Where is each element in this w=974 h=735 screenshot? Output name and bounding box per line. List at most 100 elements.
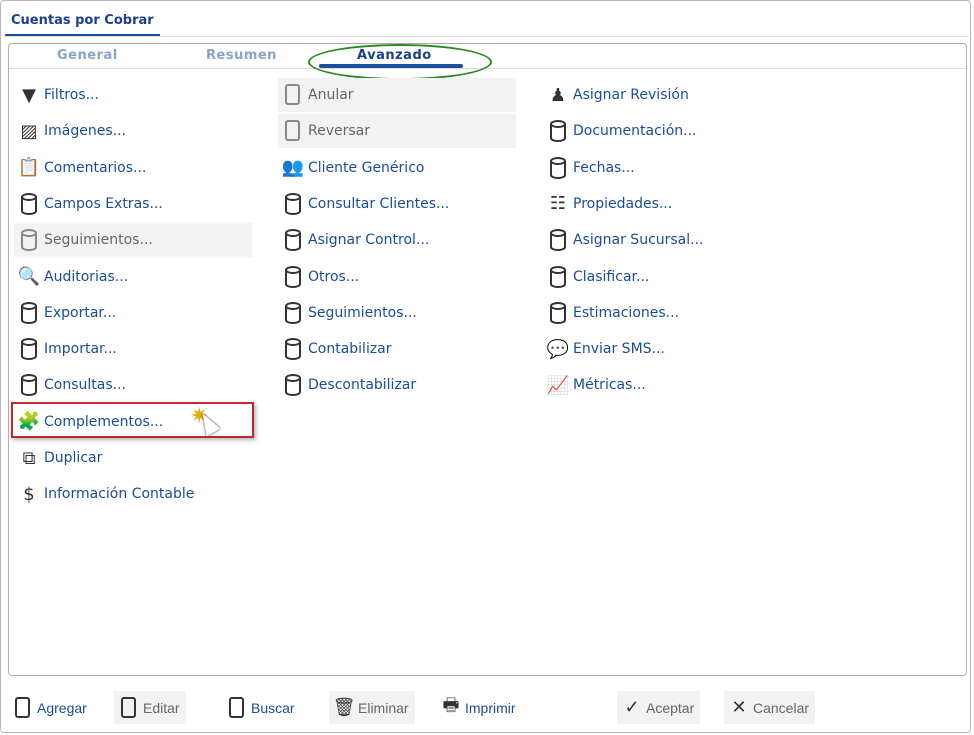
metrics-icon: 📈: [546, 374, 570, 396]
database-icon: [282, 228, 304, 252]
menu-item-información-contable[interactable]: $ Información Contable: [14, 477, 252, 511]
database-icon: [547, 301, 569, 325]
button-label: Agregar: [37, 699, 87, 716]
menu-item-clasificar[interactable]: Clasificar...: [543, 260, 781, 294]
menu-item-label: Auditorias...: [44, 268, 129, 285]
menu-item-auditorias[interactable]: 🔍 Auditorias...: [14, 260, 252, 294]
agregar-button[interactable]: Agregar: [8, 691, 93, 724]
copy-icon: ⧉: [22, 447, 36, 469]
menu-item-label: Estimaciones...: [573, 304, 680, 321]
database-icon: [18, 192, 40, 216]
annotation-ellipse: [308, 44, 492, 80]
menu-item-label: Otros...: [308, 268, 360, 285]
database-icon: [282, 192, 304, 216]
tab-cuentas-por-cobrar[interactable]: Cuentas por Cobrar: [5, 9, 160, 37]
menu-item-estimaciones[interactable]: Estimaciones...: [543, 296, 781, 330]
menu-item-label: Consultas...: [44, 377, 126, 394]
menu-item-campos-extras[interactable]: Campos Extras...: [14, 187, 252, 221]
menu-item-consultar-clientes[interactable]: Consultar Clientes...: [278, 187, 516, 221]
edit-document-icon: [118, 696, 140, 720]
document-cancel-icon: [282, 83, 304, 107]
menu-item-imágenes[interactable]: ▨ Imágenes...: [14, 114, 252, 148]
subtab-bar: General Resumen Avanzado: [9, 44, 966, 80]
database-icon: [547, 265, 569, 289]
database-icon: [18, 373, 40, 397]
menu-item-importar[interactable]: Importar...: [14, 332, 252, 366]
aceptar-button[interactable]: ✓ Aceptar: [617, 691, 701, 724]
menu-item-reversar[interactable]: Reversar: [278, 114, 516, 149]
menu-item-label: Clasificar...: [573, 268, 650, 285]
annotation-highlight-box: [11, 402, 254, 438]
button-label: Aceptar: [646, 699, 695, 716]
menu-item-contabilizar[interactable]: Contabilizar: [278, 332, 516, 366]
menu-item-label: Seguimientos...: [308, 304, 417, 321]
menu-item-comentarios[interactable]: 📋 Comentarios...: [14, 151, 252, 185]
sms-icon: 💬: [546, 338, 570, 360]
document-undo-icon: [282, 119, 304, 143]
menu-item-label: Reversar: [308, 123, 370, 140]
menu-item-seguimientos[interactable]: Seguimientos...: [14, 223, 252, 258]
menu-item-label: Campos Extras...: [44, 195, 163, 212]
imprimir-button[interactable]: 🖶 Imprimir: [436, 691, 522, 724]
button-label: Eliminar: [358, 699, 409, 716]
database-export-icon: [18, 301, 40, 325]
menu-item-cliente-genérico[interactable]: 👥 Cliente Genérico: [278, 151, 516, 185]
menu-item-anular[interactable]: Anular: [278, 78, 516, 112]
menu-item-asignar-sucursal[interactable]: Asignar Sucursal...: [543, 223, 781, 257]
editar-button[interactable]: Editar: [114, 691, 186, 724]
tab-general[interactable]: General: [57, 48, 118, 63]
menu-item-asignar-revisión[interactable]: ♟ Asignar Revisión: [543, 78, 781, 112]
menu-item-label: Enviar SMS...: [573, 341, 665, 358]
buscar-button[interactable]: Buscar: [222, 691, 301, 724]
menu-item-descontabilizar[interactable]: Descontabilizar: [278, 368, 516, 402]
check-icon: ✓: [624, 697, 640, 717]
menu-item-label: Propiedades...: [573, 195, 673, 212]
menu-item-label: Duplicar: [44, 450, 103, 466]
menu-item-propiedades[interactable]: ☷ Propiedades...: [543, 187, 781, 221]
database-import-icon: [18, 337, 40, 361]
clipboard-edit-icon: 📋: [17, 157, 41, 179]
menu-item-label: Asignar Control...: [308, 232, 430, 249]
menu-item-label: Cliente Genérico: [308, 159, 425, 176]
menu-item-label: Consultar Clientes...: [308, 195, 450, 212]
cancelar-button[interactable]: ✕ Cancelar: [724, 691, 816, 724]
menu-item-filtros[interactable]: ▼ Filtros...: [14, 78, 252, 112]
divider: [5, 36, 969, 37]
printer-icon: 🖶: [442, 694, 460, 715]
database-icon: [282, 337, 304, 361]
menu-item-enviar-sms[interactable]: 💬 Enviar SMS...: [543, 332, 781, 366]
add-document-icon: [12, 696, 34, 720]
menu-item-fechas[interactable]: Fechas...: [543, 151, 781, 185]
menu-item-label: Asignar Sucursal...: [573, 232, 704, 249]
menu-item-label: Asignar Revisión: [573, 87, 689, 103]
menu-item-exportar[interactable]: Exportar...: [14, 296, 252, 330]
menu-item-label: Descontabilizar: [308, 377, 417, 394]
database-icon: [547, 119, 569, 143]
database-icon: [547, 156, 569, 180]
tab-resumen[interactable]: Resumen: [206, 48, 277, 63]
menu-item-asignar-control[interactable]: Asignar Control...: [278, 223, 516, 257]
trash-icon: 🗑: [332, 697, 356, 717]
button-label: Cancelar: [753, 699, 810, 716]
menu-item-label: Importar...: [44, 341, 117, 358]
menu-item-label: Fechas...: [573, 159, 635, 176]
eliminar-button[interactable]: 🗑 Eliminar: [329, 691, 415, 724]
image-icon: ▨: [20, 120, 38, 142]
stamp-icon: ♟: [549, 84, 567, 106]
search-document-icon: [226, 696, 248, 720]
button-label: Buscar: [251, 699, 295, 716]
database-icon: [282, 373, 304, 397]
menu-item-label: Seguimientos...: [44, 232, 153, 249]
dollar-icon: $: [23, 483, 35, 505]
users-icon: 👥: [281, 157, 305, 179]
menu-item-consultas[interactable]: Consultas...: [14, 368, 252, 402]
menu-item-seguimientos[interactable]: Seguimientos...: [278, 296, 516, 330]
menu-item-duplicar[interactable]: ⧉ Duplicar: [14, 441, 252, 475]
menu-item-label: Filtros...: [44, 87, 99, 103]
properties-list-icon: ☷: [549, 193, 567, 215]
audit-search-icon: 🔍: [17, 266, 41, 287]
menu-item-métricas[interactable]: 📈 Métricas...: [543, 368, 781, 402]
menu-item-label: Información Contable: [44, 486, 195, 503]
menu-item-otros[interactable]: Otros...: [278, 260, 516, 294]
menu-item-documentación[interactable]: Documentación...: [543, 114, 781, 148]
